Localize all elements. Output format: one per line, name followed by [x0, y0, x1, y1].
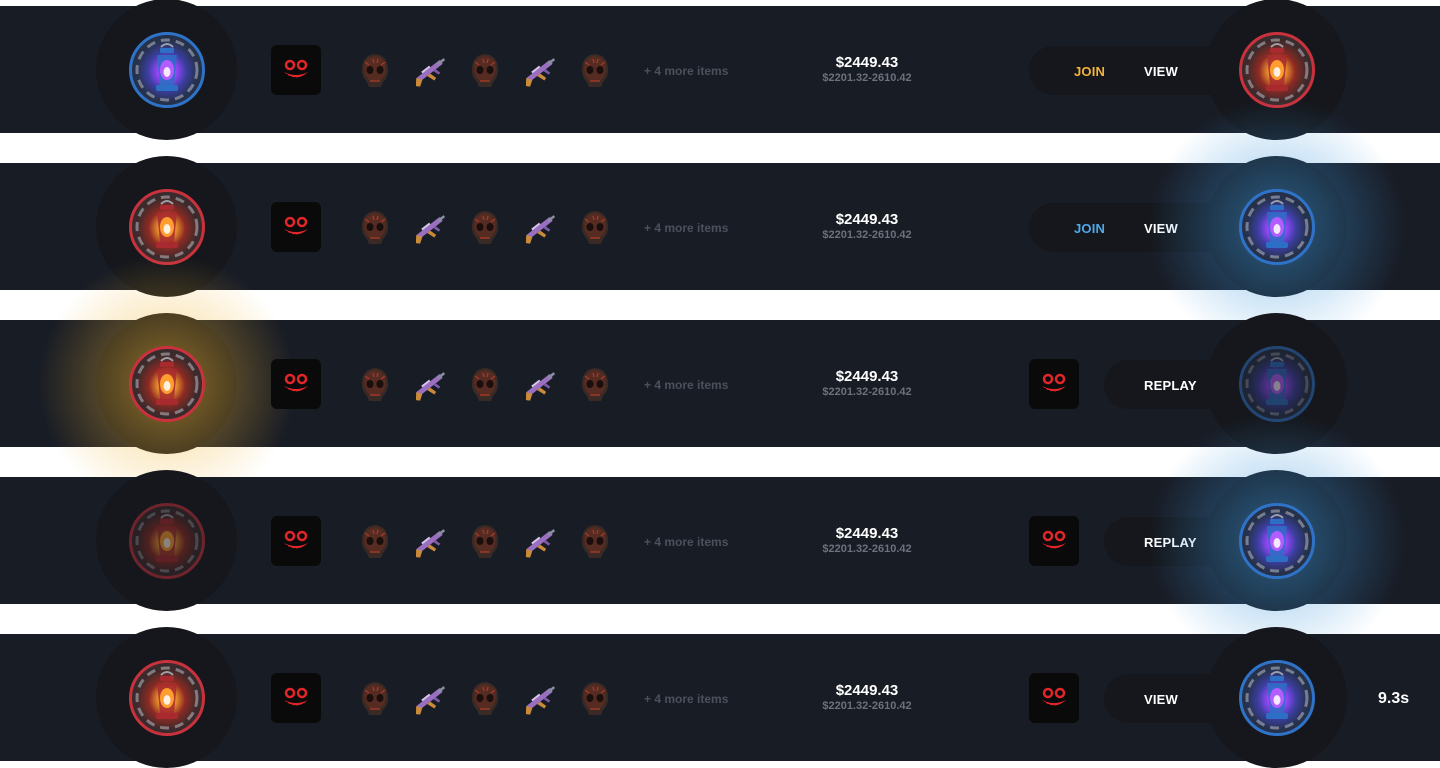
lantern-coin-icon — [1238, 659, 1315, 736]
game-row: + 4 more items $2449.43 $2201.32-2610.42… — [0, 627, 1440, 768]
lantern-coin-icon — [128, 502, 205, 579]
skull-mask-icon — [575, 50, 615, 90]
price-range: $2201.32-2610.42 — [822, 229, 912, 241]
more-items-text: + 4 more items — [644, 692, 729, 706]
lantern-coin-icon — [128, 345, 205, 422]
lantern-coin-icon — [1238, 345, 1315, 422]
more-items-text: + 4 more items — [644, 64, 729, 78]
skull-mask-icon — [465, 364, 505, 404]
more-items-text: + 4 more items — [644, 378, 729, 392]
replay-button[interactable]: REPLAY — [1144, 535, 1197, 550]
skull-mask-icon — [465, 678, 505, 718]
skull-mask-icon — [575, 521, 615, 561]
opponent-avatar[interactable] — [1029, 673, 1079, 723]
creator-avatar[interactable] — [271, 359, 321, 409]
price-value: $2449.43 — [835, 368, 899, 385]
join-button[interactable]: JOIN — [1074, 64, 1105, 79]
rifle-icon — [520, 364, 560, 404]
lantern-coin-icon — [128, 31, 205, 108]
replay-button[interactable]: REPLAY — [1144, 378, 1197, 393]
creator-coin-slot — [96, 156, 237, 297]
rifle-icon — [410, 678, 450, 718]
opponent-coin-slot — [1206, 0, 1347, 140]
skull-mask-icon — [355, 207, 395, 247]
skull-mask-icon — [355, 678, 395, 718]
price-value: $2449.43 — [835, 54, 899, 71]
skull-mask-icon — [575, 207, 615, 247]
game-row: + 4 more items $2449.43 $2201.32-2610.42… — [0, 0, 1440, 140]
lantern-coin-icon — [128, 188, 205, 265]
skull-mask-icon — [465, 521, 505, 561]
opponent-avatar[interactable] — [1029, 359, 1079, 409]
skull-mask-icon — [355, 50, 395, 90]
countdown-timer: 9.3s — [1378, 690, 1410, 707]
opponent-avatar[interactable] — [1029, 516, 1079, 566]
lantern-coin-icon — [1238, 188, 1315, 265]
game-row: + 4 more items $2449.43 $2201.32-2610.42… — [0, 253, 1440, 514]
view-button[interactable]: VIEW — [1144, 692, 1178, 707]
rifle-icon — [410, 364, 450, 404]
join-button[interactable]: JOIN — [1074, 221, 1105, 236]
rifle-icon — [520, 678, 560, 718]
rifle-icon — [520, 521, 560, 561]
game-row: + 4 more items $2449.43 $2201.32-2610.42… — [0, 410, 1440, 671]
price-range: $2201.32-2610.42 — [822, 386, 912, 398]
price-value: $2449.43 — [835, 211, 899, 228]
skull-mask-icon — [465, 50, 505, 90]
price-range: $2201.32-2610.42 — [822, 72, 912, 84]
creator-coin-slot — [96, 627, 237, 768]
creator-avatar[interactable] — [271, 202, 321, 252]
rifle-icon — [520, 50, 560, 90]
creator-coin-slot — [96, 0, 237, 140]
price-range: $2201.32-2610.42 — [822, 543, 912, 555]
opponent-coin-slot — [1206, 627, 1347, 768]
skull-mask-icon — [575, 364, 615, 404]
skull-mask-icon — [465, 207, 505, 247]
price-block: $2449.43 $2201.32-2610.42 — [808, 54, 926, 85]
rifle-icon — [520, 207, 560, 247]
skull-mask-icon — [355, 364, 395, 404]
price-block: $2449.43 $2201.32-2610.42 — [808, 525, 926, 556]
more-items-text: + 4 more items — [644, 221, 729, 235]
rifle-icon — [410, 521, 450, 561]
price-range: $2201.32-2610.42 — [822, 700, 912, 712]
lantern-coin-icon — [1238, 31, 1315, 108]
skull-mask-icon — [575, 678, 615, 718]
price-block: $2449.43 $2201.32-2610.42 — [808, 682, 926, 713]
game-row: + 4 more items $2449.43 $2201.32-2610.42… — [0, 96, 1440, 357]
creator-coin-slot — [36, 253, 297, 514]
creator-avatar[interactable] — [271, 45, 321, 95]
price-value: $2449.43 — [835, 525, 899, 542]
view-button[interactable]: VIEW — [1144, 221, 1178, 236]
rifle-icon — [410, 207, 450, 247]
creator-avatar[interactable] — [271, 516, 321, 566]
price-value: $2449.43 — [835, 682, 899, 699]
view-button[interactable]: VIEW — [1144, 64, 1178, 79]
skull-mask-icon — [355, 521, 395, 561]
price-block: $2449.43 $2201.32-2610.42 — [808, 211, 926, 242]
lantern-coin-icon — [1238, 502, 1315, 579]
rifle-icon — [410, 50, 450, 90]
opponent-coin-slot — [1206, 313, 1347, 454]
opponent-coin-slot — [1146, 96, 1407, 357]
creator-coin-slot — [96, 470, 237, 611]
creator-avatar[interactable] — [271, 673, 321, 723]
lantern-coin-icon — [128, 659, 205, 736]
price-block: $2449.43 $2201.32-2610.42 — [808, 368, 926, 399]
opponent-coin-slot — [1146, 410, 1407, 671]
more-items-text: + 4 more items — [644, 535, 729, 549]
